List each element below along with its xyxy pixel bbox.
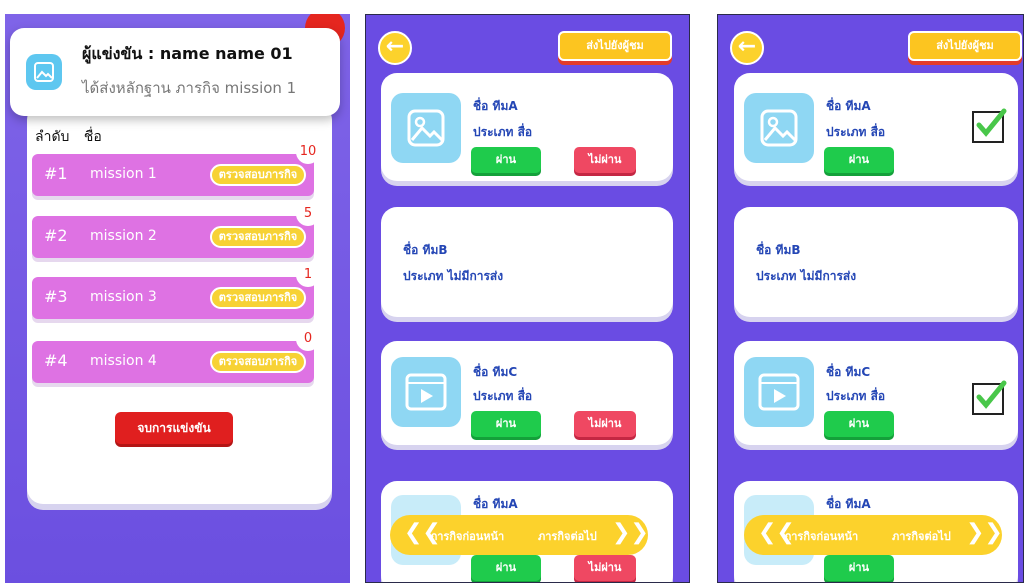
send-to-audience-button[interactable]: ส่งไปยังผู้ชม — [908, 31, 1022, 61]
fail-button[interactable]: ไม่ผ่าน — [574, 411, 636, 437]
team-name: ชื่อ ทีมA — [473, 497, 518, 511]
rank-header: ลำดับ — [35, 129, 70, 145]
team-card: ชื่อ ทีมA ประเภท สื่อ ผ่าน ไม่ผ่าน — [381, 73, 673, 181]
previous-mission-link[interactable]: ภารกิจก่อนหน้า — [430, 527, 504, 545]
mission-name: mission 1 — [90, 166, 157, 182]
pass-button[interactable]: ผ่าน — [471, 555, 541, 581]
fail-button[interactable]: ไม่ผ่าน — [574, 147, 636, 173]
mission-name: mission 3 — [90, 289, 157, 305]
team-name: ชื่อ ทีมC — [826, 365, 871, 379]
mission-row[interactable]: #3 mission 3 ตรวจสอบภารกิจ 1 — [32, 263, 320, 319]
notification-popup[interactable]: ผู้แข่งขัน : name name 01 ได้ส่งหลักฐาน … — [10, 28, 340, 116]
next-mission-link[interactable]: ภารกิจต่อไป — [538, 527, 597, 545]
list-header: ลำดับ ชื่อ — [35, 126, 102, 148]
previous-mission-link[interactable]: ภารกิจก่อนหน้า — [784, 527, 858, 545]
pass-button[interactable]: ผ่าน — [471, 147, 541, 173]
team-name: ชื่อ ทีมA — [826, 497, 871, 511]
team-type: ประเภท ไม่มีการส่ง — [756, 269, 857, 283]
team-name: ชื่อ ทีมC — [473, 365, 518, 379]
check-mission-button[interactable]: ตรวจสอบภารกิจ — [210, 226, 306, 248]
mission-name: mission 2 — [90, 228, 157, 244]
pass-button[interactable]: ผ่าน — [824, 555, 894, 581]
fail-button[interactable]: ไม่ผ่าน — [574, 555, 636, 581]
team-type: ประเภท ไม่มีการส่ง — [403, 269, 504, 283]
team-card: ชื่อ ทีมC ประเภท สื่อ ผ่าน — [734, 341, 1018, 445]
next-mission-link[interactable]: ภารกิจต่อไป — [892, 527, 951, 545]
mission-rank: #2 — [44, 226, 68, 245]
team-name: ชื่อ ทีมA — [826, 99, 871, 113]
team-type: ประเภท สื่อ — [826, 125, 886, 139]
name-header: ชื่อ — [83, 129, 102, 145]
pass-button[interactable]: ผ่าน — [824, 411, 894, 437]
result-screen: ← ส่งไปยังผู้ชม ชื่อ ทีมA ประเภท สื่อ ผ่… — [717, 14, 1024, 583]
notification-title: ผู้แข่งขัน : name name 01 — [82, 44, 293, 63]
mission-row[interactable]: #4 mission 4 ตรวจสอบภารกิจ 0 — [32, 327, 320, 383]
check-mission-button[interactable]: ตรวจสอบภารกิจ — [210, 351, 306, 373]
team-type: ประเภท สื่อ — [473, 125, 533, 139]
team-name: ชื่อ ทีมB — [756, 243, 801, 257]
team-name: ชื่อ ทีมA — [473, 99, 518, 113]
team-card: ชื่อ ทีมC ประเภท สื่อ ผ่าน ไม่ผ่าน — [381, 341, 673, 445]
check-mission-button[interactable]: ตรวจสอบภารกิจ — [210, 287, 306, 309]
notification-message: ได้ส่งหลักฐาน ภารกิจ mission 1 — [82, 79, 297, 97]
mission-navigation-bar: ❮❮ ภารกิจก่อนหน้า ภารกิจต่อไป ❯❯ — [744, 515, 1003, 555]
mission-row[interactable]: #1 mission 1 ตรวจสอบภารกิจ 10 — [32, 140, 320, 196]
checkbox-checked-icon — [972, 108, 1007, 143]
image-icon — [744, 93, 814, 163]
mission-rank: #1 — [44, 164, 68, 183]
review-screen: ← ส่งไปยังผู้ชม ชื่อ ทีมA ประเภท สื่อ ผ่… — [365, 14, 690, 583]
chevron-right-icon[interactable]: ❯❯ — [966, 521, 1003, 545]
team-type: ประเภท สื่อ — [826, 389, 886, 403]
checkbox-checked-icon — [972, 380, 1007, 415]
check-mission-button[interactable]: ตรวจสอบภารกิจ — [210, 164, 306, 186]
submission-count: 5 — [296, 202, 320, 226]
team-type: ประเภท สื่อ — [473, 389, 533, 403]
mission-name: mission 4 — [90, 353, 157, 369]
end-competition-button[interactable]: จบการแข่งขัน — [115, 412, 233, 444]
send-to-audience-button[interactable]: ส่งไปยังผู้ชม — [558, 31, 672, 61]
submission-count: 10 — [296, 140, 320, 164]
mission-navigation-bar: ❮❮ ภารกิจก่อนหน้า ภารกิจต่อไป ❯❯ — [390, 515, 649, 555]
chevron-right-icon[interactable]: ❯❯ — [612, 521, 649, 545]
video-icon — [391, 357, 461, 427]
pass-button[interactable]: ผ่าน — [824, 147, 894, 173]
image-icon — [391, 93, 461, 163]
image-icon — [26, 54, 62, 90]
pass-button[interactable]: ผ่าน — [471, 411, 541, 437]
back-arrow-icon[interactable]: ← — [730, 31, 764, 65]
back-arrow-icon[interactable]: ← — [378, 31, 412, 65]
video-icon — [744, 357, 814, 427]
mission-rank: #3 — [44, 287, 68, 306]
team-card: ชื่อ ทีมB ประเภท ไม่มีการส่ง — [734, 207, 1018, 317]
team-name: ชื่อ ทีมB — [403, 243, 448, 257]
mission-list-screen: ผู้แข่งขัน : name name 01 ได้ส่งหลักฐาน … — [5, 14, 350, 583]
submission-count: 1 — [296, 263, 320, 287]
team-card: ชื่อ ทีมB ประเภท ไม่มีการส่ง — [381, 207, 673, 317]
submission-count: 0 — [296, 327, 320, 351]
team-card: ชื่อ ทีมA ประเภท สื่อ ผ่าน — [734, 73, 1018, 181]
mission-row[interactable]: #2 mission 2 ตรวจสอบภารกิจ 5 — [32, 202, 320, 258]
mission-rank: #4 — [44, 351, 68, 370]
